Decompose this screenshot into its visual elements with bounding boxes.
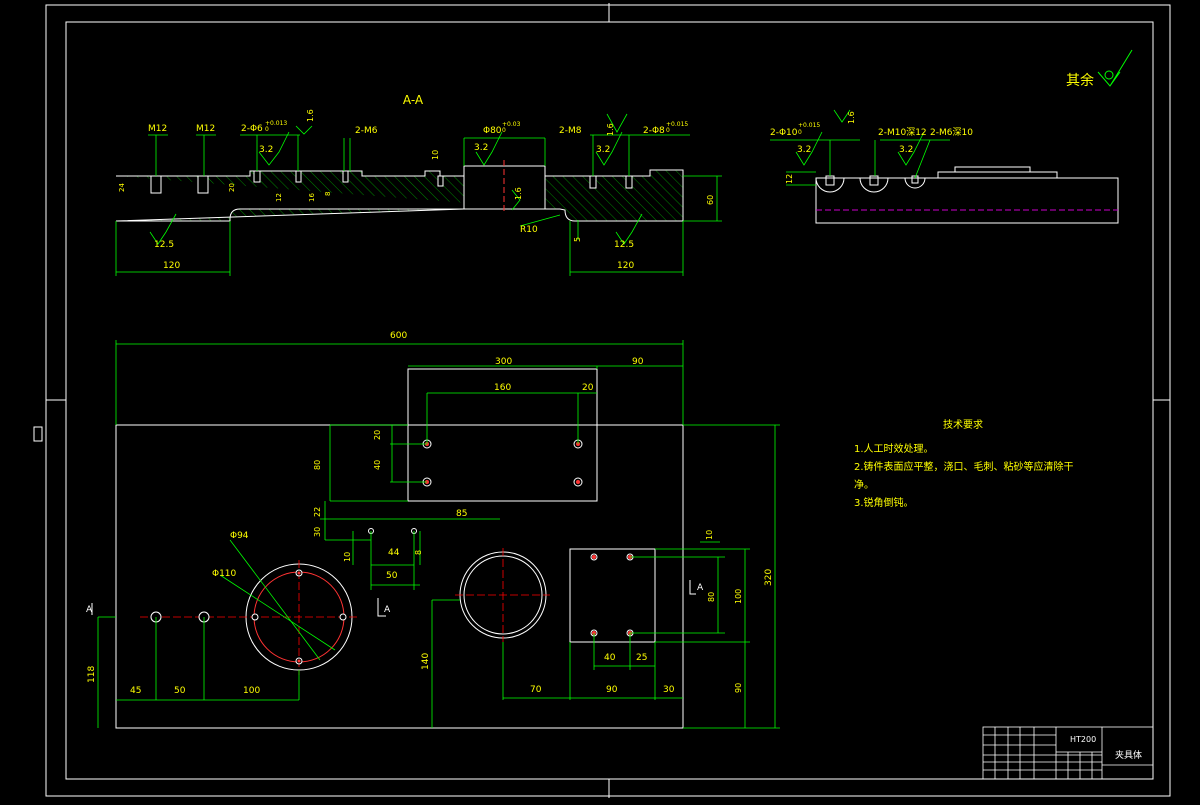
label-rough-16b: 1.6: [606, 123, 615, 136]
dim-10b: 10: [705, 530, 714, 540]
dim-90a: 90: [632, 357, 644, 367]
dim-118: 118: [87, 666, 97, 683]
dim-80: 80: [313, 460, 322, 470]
label-side-dim-12: 12: [785, 174, 794, 184]
background: [0, 0, 1200, 800]
label-m6: 2-M6: [355, 126, 378, 136]
label-phi8: 2-Φ8: [643, 126, 665, 136]
label-phi8-tol2: 0: [666, 127, 670, 134]
dim-40b: 40: [604, 653, 616, 663]
label-m10: 2-M10深12: [878, 127, 927, 138]
label-phi80: Φ80: [483, 126, 502, 136]
label-side-m6: 2-M6深10: [930, 127, 973, 138]
label-dim-20: 20: [228, 183, 236, 192]
label-phi10-tol: +0.015: [798, 122, 820, 129]
label-rough-32c: 3.2: [596, 145, 610, 155]
dim-100: 100: [243, 686, 260, 696]
label-phi10-tol2: 0: [798, 129, 802, 136]
section-mark-right: A: [697, 583, 704, 593]
label-m12-b: M12: [196, 124, 215, 134]
label-rough-16: 1.6: [306, 109, 315, 122]
label-dim-24: 24: [118, 183, 126, 192]
tech-item-2-cont: 净。: [854, 478, 874, 491]
dim-phi94: Φ94: [230, 531, 249, 541]
label-phi6: 2-Φ6: [241, 124, 263, 134]
dim-22: 22: [313, 507, 322, 517]
engineering-drawing: A-A M12 M12 2-Φ6 +0.013 0 1.6 2-M6 Φ80 +…: [0, 0, 1200, 800]
label-phi6-tol2: 0: [265, 126, 269, 133]
label-dim-12: 12: [275, 193, 283, 202]
label-dim-120b: 120: [617, 261, 634, 271]
label-dim-120a: 120: [163, 261, 180, 271]
label-rough-32b: 3.2: [474, 143, 488, 153]
label-rough-125b: 12.5: [614, 240, 634, 250]
drawing-canvas: A-A M12 M12 2-Φ6 +0.013 0 1.6 2-M6 Φ80 +…: [0, 0, 1200, 800]
dim-45: 45: [130, 686, 141, 696]
dim-50: 50: [386, 571, 398, 581]
dim-50b: 50: [174, 686, 186, 696]
label-m12-a: M12: [148, 124, 167, 134]
title-part-name: 夹具体: [1115, 749, 1142, 761]
title-material: HT200: [1070, 735, 1096, 744]
label-phi80-tol2: 0: [502, 127, 506, 134]
dim-90b: 90: [606, 685, 618, 695]
tech-item-2: 2.铸件表面应平整，浇口、毛刺、粘砂等应清除干: [854, 460, 1074, 473]
dim-44: 44: [388, 548, 400, 558]
dim-320: 320: [764, 569, 774, 586]
label-dim-60: 60: [706, 195, 715, 205]
label-r10: R10: [520, 225, 538, 235]
label-side-rough-16: 1.6: [847, 111, 856, 124]
label-side-rough-32b: 3.2: [899, 145, 913, 155]
dim-160: 160: [494, 383, 511, 393]
dim-100b: 100: [734, 589, 743, 604]
dim-20: 20: [582, 383, 594, 393]
label-rough-125a: 12.5: [154, 240, 174, 250]
label-dim-10: 10: [431, 150, 440, 160]
tech-item-1: 1.人工时效处理。: [854, 442, 934, 455]
dim-40: 40: [373, 460, 382, 470]
dim-600: 600: [390, 331, 407, 341]
dim-25: 25: [636, 653, 647, 663]
dim-20b: 20: [373, 430, 382, 440]
dim-140: 140: [421, 653, 431, 670]
dim-85: 85: [456, 509, 467, 519]
section-label: A-A: [403, 93, 424, 107]
dim-90c: 90: [734, 683, 743, 693]
label-phi10: 2-Φ10: [770, 128, 798, 138]
label-dim-16: 16: [308, 193, 316, 202]
dim-70: 70: [530, 685, 542, 695]
dim-80b: 80: [707, 592, 716, 602]
dim-30b: 30: [663, 685, 675, 695]
dim-10: 10: [343, 552, 352, 562]
label-side-rough-32a: 3.2: [797, 145, 811, 155]
section-mark-mid: A: [384, 605, 391, 615]
label-m8: 2-M8: [559, 126, 582, 136]
label-dim-5: 5: [573, 237, 582, 242]
label-rough-16c: 1.6: [514, 187, 523, 200]
tech-title: 技术要求: [943, 418, 983, 431]
label-dim-8: 8: [324, 192, 332, 196]
dim-300: 300: [495, 357, 512, 367]
dim-30: 30: [313, 527, 322, 537]
tech-item-3: 3.锐角倒钝。: [854, 496, 914, 509]
label-rough-32a: 3.2: [259, 145, 273, 155]
surface-note-text: 其余: [1066, 72, 1094, 89]
dim-phi110: Φ110: [212, 569, 237, 579]
dim-8: 8: [414, 550, 423, 555]
